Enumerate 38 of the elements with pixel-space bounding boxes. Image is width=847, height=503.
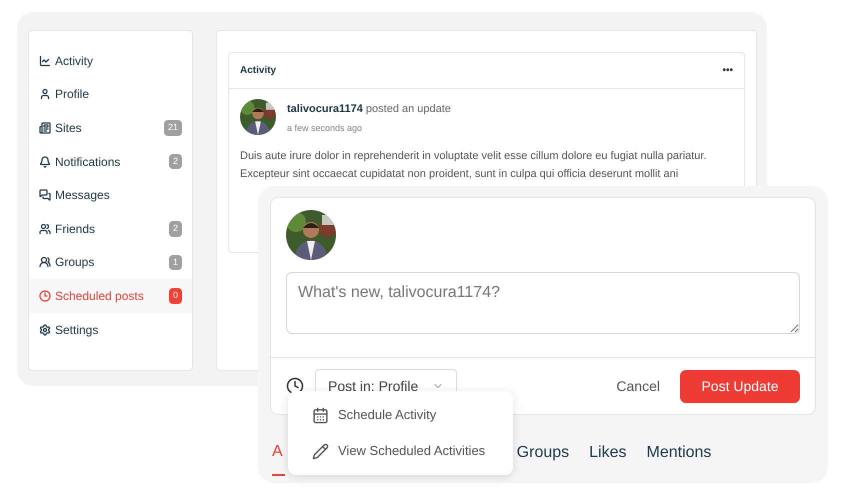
count-badge: 2 — [168, 154, 182, 170]
sidebar-item[interactable]: Profile — [29, 78, 192, 112]
post-text: Duis aute irure dolor in reprehenderit in voluptate velit esse cillum dolore eu fugiat nulla pariatur. Excepteur sint occaecat cupidatat non proident, sunt in culpa qui officia deserunt mollit ani — [240, 149, 708, 182]
count-badge: 1 — [168, 254, 182, 270]
count-badge: 0 — [168, 288, 182, 304]
bell-icon — [39, 156, 51, 168]
menu-item[interactable]: View Scheduled Activities — [288, 433, 513, 469]
chart-icon — [39, 54, 51, 67]
post-header: talivocura1174 posted an update — [287, 102, 451, 117]
nav-tab[interactable]: Likes — [589, 440, 626, 476]
count-badge: 2 — [168, 221, 182, 237]
settings-icon — [39, 324, 51, 336]
nav-tab[interactable]: Mentions — [646, 440, 712, 476]
sidebar-item[interactable]: Scheduled posts 0 — [29, 279, 192, 313]
post-input[interactable]: What's new, talivocura1174? — [286, 272, 800, 334]
sidebar-item[interactable]: Friends 2 — [29, 212, 192, 246]
more-button[interactable]: ••• — [722, 66, 733, 76]
sidebar-item[interactable]: Notifications 2 — [29, 144, 192, 178]
group-icon — [39, 256, 51, 268]
sidebar-item[interactable]: Sites 21 — [29, 111, 192, 145]
sidebar-item[interactable]: Messages — [29, 178, 192, 212]
card-title: Activity — [240, 64, 276, 78]
sidebar-item[interactable]: Activity — [29, 44, 192, 78]
pencil-icon — [312, 442, 329, 460]
calendar-icon — [312, 406, 329, 424]
post-time: a few seconds ago — [287, 122, 364, 135]
clock-icon — [39, 290, 51, 302]
nav-tab[interactable]: Groups — [516, 440, 570, 476]
sidebar-item[interactable]: Groups 1 — [29, 246, 192, 280]
cancel-button[interactable]: Cancel — [616, 376, 660, 396]
nav-tab[interactable]: A — [272, 440, 285, 476]
post-update-button[interactable]: Post Update — [680, 370, 800, 402]
user-icon — [39, 88, 51, 100]
count-badge: 21 — [164, 120, 182, 136]
clock-icon[interactable] — [286, 377, 304, 395]
chat-icon — [39, 189, 51, 202]
users-icon — [39, 222, 51, 235]
sidebar-item[interactable]: Settings — [29, 312, 192, 346]
